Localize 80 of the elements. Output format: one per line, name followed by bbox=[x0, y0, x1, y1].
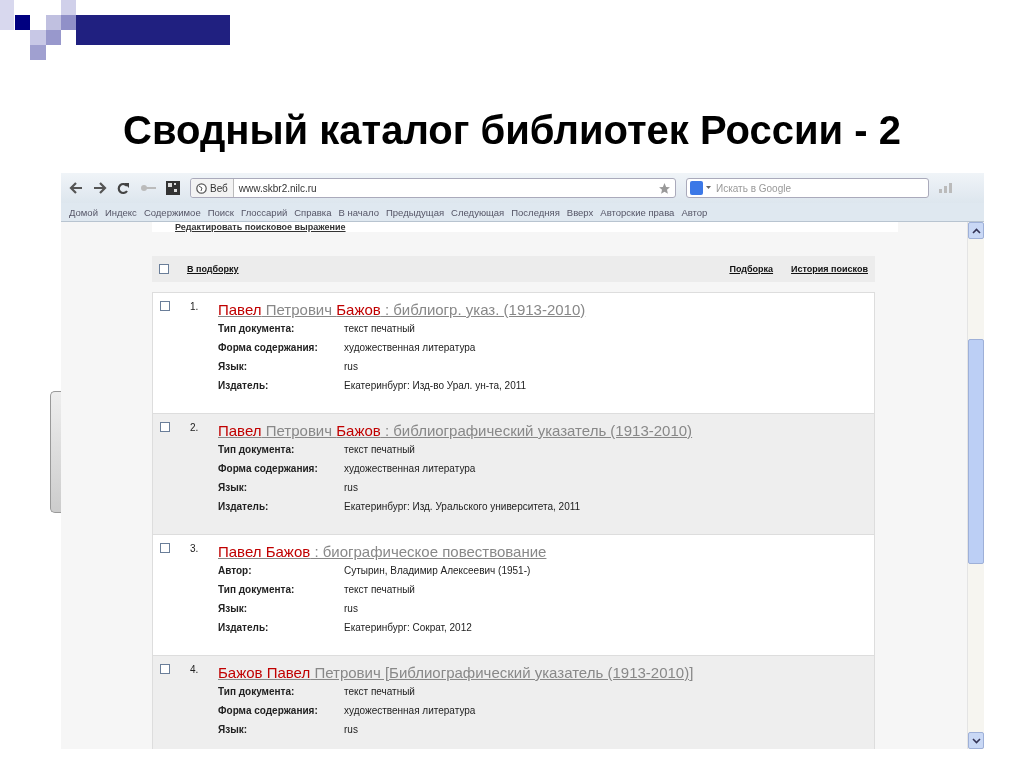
add-to-selection-link[interactable]: В подборку bbox=[187, 264, 239, 274]
scrollbar[interactable] bbox=[967, 222, 984, 749]
forward-icon[interactable] bbox=[93, 182, 107, 194]
field-label: Форма содержания: bbox=[218, 341, 319, 355]
chevron-up-icon bbox=[971, 227, 981, 234]
field-value: Екатеринбург: Сократ, 2012 bbox=[344, 621, 473, 635]
field-value: rus bbox=[344, 723, 359, 737]
checkbox[interactable] bbox=[160, 543, 170, 553]
edit-search-link[interactable]: Редактировать поисковое выражение bbox=[152, 222, 898, 232]
bookmark-link[interactable]: В начало bbox=[338, 206, 379, 218]
field-label: Тип документа: bbox=[218, 443, 296, 457]
back-icon[interactable] bbox=[69, 182, 83, 194]
scroll-thumb[interactable] bbox=[968, 339, 984, 564]
result-title-link[interactable]: Павел Петрович Бажов : библиографический указатель (1913-2010) bbox=[218, 422, 693, 440]
result-number: 2. bbox=[190, 422, 199, 434]
field-value: Екатеринбург: Изд. Уральского университета, 2011 bbox=[344, 500, 582, 514]
header-link[interactable]: Подборка bbox=[729, 264, 774, 274]
side-handle[interactable] bbox=[50, 391, 61, 513]
field-label: Автор: bbox=[218, 564, 253, 578]
scroll-up-button[interactable] bbox=[968, 222, 984, 239]
field-label: Язык: bbox=[218, 481, 249, 495]
field-label: Тип документа: bbox=[218, 685, 296, 699]
field-value: текст печатный bbox=[344, 685, 416, 699]
bookmark-link[interactable]: Содержимое bbox=[143, 206, 201, 218]
bookmark-link[interactable]: Глоссарий bbox=[241, 206, 288, 218]
result-number: 3. bbox=[190, 543, 199, 555]
scroll-down-button[interactable] bbox=[968, 732, 984, 749]
field-label: Издатель: bbox=[218, 379, 270, 393]
bookmark-link[interactable]: Авторские права bbox=[600, 206, 675, 218]
field-label: Форма содержания: bbox=[218, 462, 319, 476]
result-number: 1. bbox=[190, 301, 199, 313]
field-value: rus bbox=[344, 602, 359, 616]
result-title-link[interactable]: Бажов Павел Петрович [Библиографический указатель (1913-2010)] bbox=[218, 664, 694, 682]
field-value: rus bbox=[344, 481, 359, 495]
result-title-link[interactable]: Павел Петрович Бажов : библиогр. указ. (1913-2010) bbox=[218, 301, 586, 319]
field-value: художественная литература bbox=[344, 341, 477, 355]
field-label: Издатель: bbox=[218, 500, 270, 514]
qr-code-icon[interactable] bbox=[166, 181, 180, 195]
field-label: Издатель: bbox=[218, 621, 270, 635]
field-value: художественная литература bbox=[344, 704, 477, 718]
bookmark-link[interactable]: Поиск bbox=[207, 206, 234, 218]
field-value: текст печатный bbox=[344, 583, 416, 597]
star-icon[interactable] bbox=[658, 181, 671, 195]
search-field[interactable]: Искать в Google bbox=[686, 178, 929, 198]
bookmark-link[interactable]: Последняя bbox=[511, 206, 560, 218]
bookmark-link[interactable]: Домой bbox=[69, 206, 98, 218]
search-input[interactable]: Искать в Google bbox=[716, 182, 916, 194]
chevron-down-icon bbox=[971, 737, 981, 744]
field-value: художественная литература bbox=[344, 462, 477, 476]
field-value: rus bbox=[344, 360, 359, 374]
header-link[interactable]: История поисков bbox=[791, 264, 868, 274]
bookmark-link[interactable]: Автор bbox=[681, 206, 708, 218]
bookmark-link[interactable]: Индекс bbox=[104, 206, 137, 218]
field-value: Сутырин, Владимир Алексеевич (1951-) bbox=[344, 564, 532, 578]
checkbox[interactable] bbox=[160, 301, 170, 311]
slide-title: Сводный каталог библиотек России - 2 bbox=[122, 107, 902, 154]
address-bar[interactable]: Веб www.skbr2.nilc.ru bbox=[190, 178, 676, 198]
bookmark-link[interactable]: Справка bbox=[294, 206, 332, 218]
url-text: www.skbr2.nilc.ru bbox=[237, 182, 318, 194]
bookmark-link[interactable]: Предыдущая bbox=[386, 206, 445, 218]
checkbox[interactable] bbox=[160, 664, 170, 674]
web-tab[interactable]: Веб bbox=[191, 179, 234, 197]
reload-icon[interactable] bbox=[117, 181, 130, 195]
field-label: Язык: bbox=[218, 602, 249, 616]
checkbox[interactable] bbox=[160, 422, 170, 432]
google-icon[interactable] bbox=[690, 181, 712, 195]
checkbox[interactable] bbox=[159, 264, 169, 274]
field-label: Форма содержания: bbox=[218, 704, 319, 718]
result-title-link[interactable]: Павел Бажов : биографическое повествование bbox=[218, 543, 547, 561]
field-value: текст печатный bbox=[344, 443, 416, 457]
field-value: Екатеринбург: Изд-во Урал. ун-та, 2011 bbox=[344, 379, 528, 393]
bookmark-link[interactable]: Вверх bbox=[566, 206, 594, 218]
result-number: 4. bbox=[190, 664, 199, 676]
field-label: Тип документа: bbox=[218, 583, 296, 597]
field-label: Язык: bbox=[218, 360, 249, 374]
field-label: Язык: bbox=[218, 723, 249, 737]
bookmark-link[interactable]: Следующая bbox=[451, 206, 505, 218]
field-label: Тип документа: bbox=[218, 322, 296, 336]
field-value: текст печатный bbox=[344, 322, 416, 336]
signal-bars-icon bbox=[939, 183, 953, 193]
